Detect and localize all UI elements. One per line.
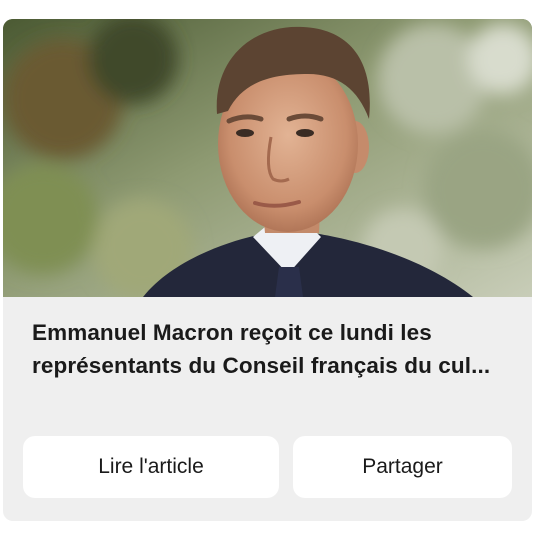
read-article-button[interactable]: Lire l'article xyxy=(23,436,279,498)
article-headline[interactable]: Emmanuel Macron reçoit ce lundi les repr… xyxy=(32,316,512,382)
article-card: Emmanuel Macron reçoit ce lundi les repr… xyxy=(3,19,532,521)
portrait-image xyxy=(3,19,532,297)
article-photo[interactable] xyxy=(3,19,532,297)
share-button[interactable]: Partager xyxy=(293,436,512,498)
